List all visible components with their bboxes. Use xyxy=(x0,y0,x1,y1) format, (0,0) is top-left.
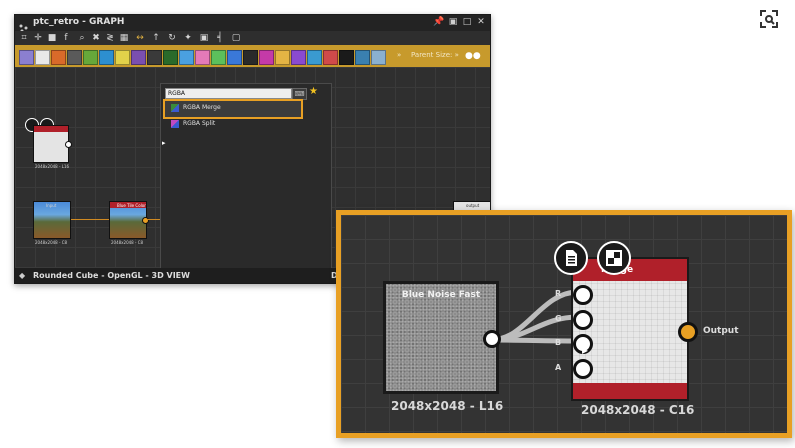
merge-input-port-a[interactable] xyxy=(573,359,593,379)
scan-screenshot-icon[interactable] xyxy=(756,6,782,32)
blue-noise-node[interactable]: Blue Noise Fast xyxy=(383,281,499,394)
node-icon[interactable] xyxy=(371,50,386,65)
display-icon[interactable]: ▣ xyxy=(199,33,209,43)
node-title: Input xyxy=(46,203,57,208)
node-icon[interactable] xyxy=(211,50,226,65)
title-bar: ptc_retro - GRAPH 📌 ▣ □ ✕ xyxy=(15,15,490,33)
wand-icon[interactable]: ✦ xyxy=(183,33,193,43)
node-header xyxy=(34,126,68,132)
rgba-merge-node[interactable]: Merge xyxy=(571,257,689,401)
star-icon[interactable]: ★ xyxy=(309,86,318,97)
node-search-popup: RGBA ⌨ ★ RGBA Merge RGBA Split ▸ xyxy=(160,83,332,283)
node-size-label: 2048x2048 - C8 xyxy=(111,240,144,245)
noise-output-port[interactable] xyxy=(483,330,501,348)
node-size-label: 2048x2048 - C8 xyxy=(35,240,68,245)
noise-size-label: 2048x2048 - L16 xyxy=(391,399,504,413)
input-image-node[interactable]: Input xyxy=(33,201,71,239)
maximize-icon[interactable]: □ xyxy=(462,17,472,27)
cube-icon: ◆ xyxy=(19,271,26,280)
cursor-icon: ▸ xyxy=(162,139,166,147)
share-icon[interactable]: ≷ xyxy=(105,33,115,43)
options-icon[interactable]: ●● xyxy=(465,51,481,61)
comment-icon[interactable]: ╡ xyxy=(215,33,225,43)
node-title: Blue Tile Color xyxy=(117,203,146,208)
cursor-icon: ▸ xyxy=(582,343,589,357)
document-icon[interactable] xyxy=(554,241,588,275)
uniform-node[interactable] xyxy=(33,125,69,163)
node-icon[interactable] xyxy=(19,50,34,65)
output-label: Output xyxy=(703,326,739,336)
merge-input-port-r[interactable] xyxy=(573,285,593,305)
node-icon[interactable] xyxy=(163,50,178,65)
node-icon[interactable] xyxy=(99,50,114,65)
rgba-split-icon xyxy=(171,120,179,128)
grid-icon[interactable]: ▦ xyxy=(119,33,129,43)
overflow-button[interactable]: » xyxy=(397,51,401,59)
node-icon[interactable] xyxy=(67,50,82,65)
node-icon[interactable] xyxy=(243,50,258,65)
graph-connection xyxy=(147,219,161,220)
search-icon[interactable]: ⌕ xyxy=(77,33,87,43)
port-label-a: A xyxy=(555,363,562,372)
close-icon[interactable]: ✕ xyxy=(476,17,486,27)
node-footer xyxy=(573,383,687,399)
node-icon[interactable] xyxy=(195,50,210,65)
node-icon[interactable] xyxy=(115,50,130,65)
node-icon[interactable] xyxy=(323,50,338,65)
node-icon[interactable] xyxy=(131,50,146,65)
link-icon[interactable]: ↻ xyxy=(167,33,177,43)
node-icon[interactable] xyxy=(35,50,50,65)
node-size-label: 2048x2048 - L16 xyxy=(35,164,70,169)
move-icon[interactable]: ✛ xyxy=(33,33,43,43)
node-icon[interactable] xyxy=(147,50,162,65)
node-icon[interactable] xyxy=(259,50,274,65)
node-icon[interactable] xyxy=(291,50,306,65)
node-icon[interactable] xyxy=(275,50,290,65)
pin-icon[interactable]: 📌 xyxy=(433,17,444,27)
search-result-rgba-split[interactable]: RGBA Split xyxy=(163,119,303,131)
node-search-input[interactable]: RGBA xyxy=(165,88,292,99)
graph-connection xyxy=(71,219,109,220)
camera-icon[interactable]: ■ xyxy=(47,33,57,43)
checker-icon[interactable] xyxy=(597,241,631,275)
search-result-label: RGBA Merge xyxy=(183,104,221,111)
node-title: output xyxy=(466,203,480,208)
merge-output-port[interactable] xyxy=(678,322,698,342)
graph-icon xyxy=(19,18,28,33)
graph-toolbar: ⌗ ✛ ■ f ⌕ ✖ ≷ ▦ ↔ ↑ ↻ ✦ ▣ ╡ ▢ xyxy=(15,31,490,45)
port-label-g: G xyxy=(555,314,562,323)
node-icon[interactable] xyxy=(355,50,370,65)
float-icon[interactable]: ▣ xyxy=(448,17,458,27)
arrows-icon[interactable]: ↔ xyxy=(135,33,145,43)
node-icon[interactable] xyxy=(51,50,66,65)
3d-view-title: Rounded Cube - OpenGL - 3D VIEW xyxy=(33,271,190,280)
port-label-r: R xyxy=(555,289,562,298)
frame-icon[interactable]: ▢ xyxy=(231,33,241,43)
function-icon[interactable]: f xyxy=(61,33,71,43)
search-result-label: RGBA Split xyxy=(183,120,216,127)
zoom-inset: Blue Noise Fast 2048x2048 - L16 Merge R … xyxy=(336,210,792,438)
merge-input-port-g[interactable] xyxy=(573,310,593,330)
align-icon[interactable]: ↑ xyxy=(151,33,161,43)
node-library-bar: » Parent Size: » ●● xyxy=(15,45,490,67)
node-icon[interactable] xyxy=(339,50,354,65)
port-label-b: B xyxy=(555,338,562,347)
node-title: Blue Noise Fast xyxy=(401,290,481,300)
node-icon[interactable] xyxy=(179,50,194,65)
rgba-merge-icon xyxy=(171,104,179,112)
connect-icon[interactable]: ✖ xyxy=(91,33,101,43)
frame-all-icon[interactable]: ⌗ xyxy=(19,33,29,43)
merge-size-label: 2048x2048 - C16 xyxy=(581,403,695,417)
parent-size-dropdown[interactable]: Parent Size: » xyxy=(411,51,459,59)
node-icon[interactable] xyxy=(307,50,322,65)
window-title: ptc_retro - GRAPH xyxy=(33,17,125,27)
node-icon[interactable] xyxy=(83,50,98,65)
node-output-port[interactable] xyxy=(65,141,72,148)
search-result-rgba-merge[interactable]: RGBA Merge xyxy=(163,99,303,119)
node-icon[interactable] xyxy=(227,50,242,65)
